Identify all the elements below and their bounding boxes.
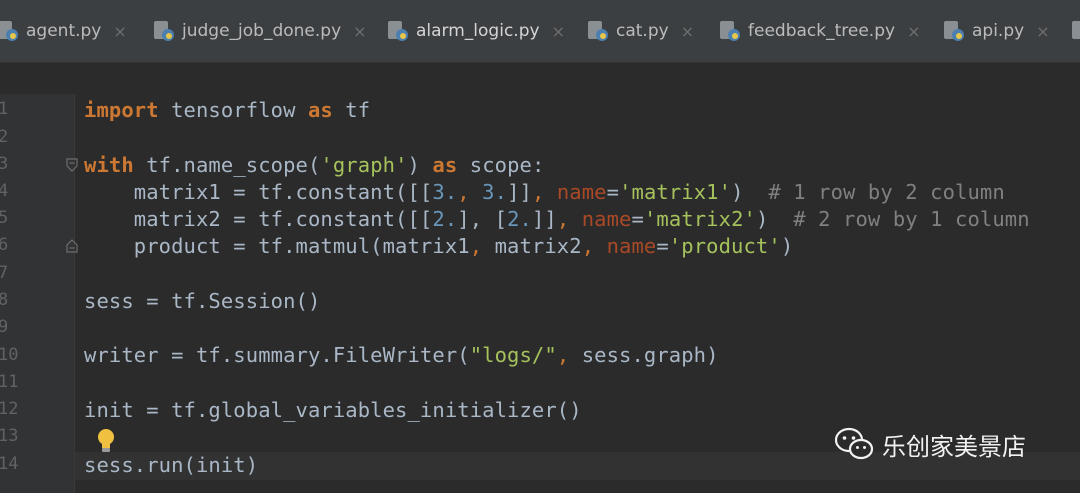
code-line-8: sess = tf.Session() [84,289,321,313]
python-file-icon [720,21,740,41]
code-line-4: matrix1 = tf.constant([[3., 3.]], name='… [84,180,1005,204]
line-number: 2 [0,127,9,147]
python-file-icon [944,21,964,41]
line-number: 12 [0,399,19,419]
line-number-gutter: 1 2 3 4 5 6 7 8 9 10 11 12 13 14 [0,94,78,493]
line-number: 13 [0,426,19,446]
close-icon[interactable]: × [681,22,694,41]
tab-label: api.py [972,21,1025,41]
tab-api[interactable]: api.py × [942,0,1050,62]
python-file-icon [588,21,608,41]
editor-tab-bar: agent.py × judge_job_done.py × alarm_log… [0,0,1080,63]
line-number: 4 [0,181,9,201]
code-line-3: with tf.name_scope('graph') as scope: [84,153,545,177]
close-icon[interactable]: × [1036,22,1049,41]
tab-judge-job-done[interactable]: judge_job_done.py × [152,0,367,62]
python-file-icon [0,21,18,41]
tab-agent[interactable]: agent.py × [0,0,127,62]
code-line-12: init = tf.global_variables_initializer() [84,398,582,422]
tab-label: cat.py [616,21,669,41]
python-file-icon [388,21,408,41]
tab-alarm-logic[interactable]: alarm_logic.py × [386,0,565,62]
lightbulb-icon[interactable] [96,428,116,454]
watermark-text: 乐创家美景店 [882,432,1026,461]
line-number: 10 [0,345,19,365]
line-number: 8 [0,290,9,310]
tab-overflow[interactable] [1070,0,1080,62]
line-number: 11 [0,372,19,392]
tab-label: judge_job_done.py [182,21,342,41]
code-line-6: product = tf.matmul(matrix1, matrix2, na… [84,234,794,258]
breadcrumb-strip [0,63,1080,93]
python-file-icon [154,21,174,41]
close-icon[interactable]: × [552,22,565,41]
code-line-14: sess.run(init) [84,453,259,477]
code-line-1: import tensorflow as tf [84,98,371,122]
line-number: 7 [0,263,9,283]
python-file-icon [1072,21,1080,39]
line-number: 9 [0,317,9,337]
tab-feedback-tree[interactable]: feedback_tree.py × [718,0,920,62]
close-icon[interactable]: × [113,22,126,41]
line-number: 1 [0,99,9,119]
wechat-icon [834,427,874,460]
line-number: 14 [0,454,19,474]
fold-open-icon[interactable] [66,158,78,172]
code-line-5: matrix2 = tf.constant([[2.], [2.]], name… [84,207,1030,231]
watermark: 乐创家美景店 [834,424,1026,464]
tab-cat[interactable]: cat.py × [586,0,694,62]
close-icon[interactable]: × [353,22,366,41]
fold-close-icon[interactable] [66,239,78,253]
close-icon[interactable]: × [907,22,920,41]
tab-label: feedback_tree.py [748,21,896,41]
tab-label: alarm_logic.py [416,21,540,41]
line-number: 5 [0,208,9,228]
tab-label: agent.py [26,21,102,41]
code-line-10: writer = tf.summary.FileWriter("logs/", … [84,343,719,367]
line-number: 6 [0,235,9,255]
line-number: 3 [0,154,9,174]
